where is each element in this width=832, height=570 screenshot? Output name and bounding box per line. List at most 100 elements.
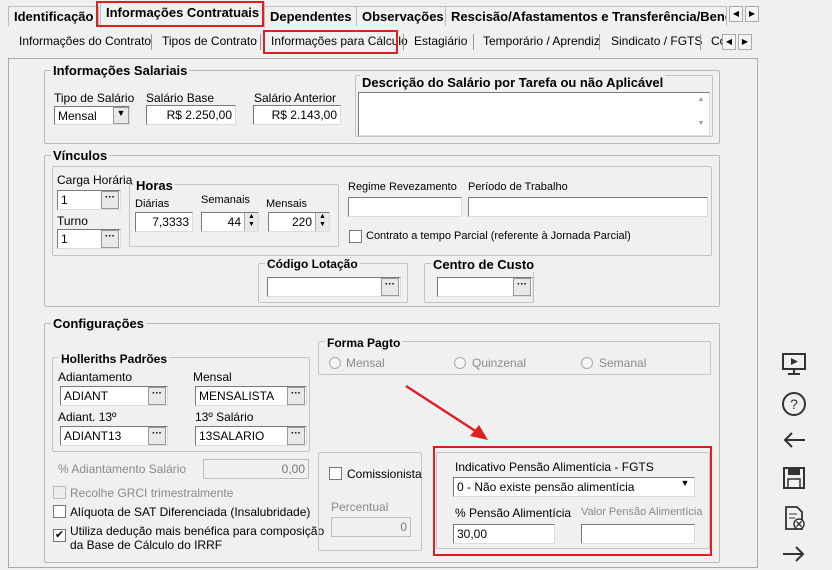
holleriths-title: Holleriths Padrões — [59, 352, 170, 366]
regime-revezamento-label: Regime Revezamento — [348, 181, 457, 193]
tab-separator — [599, 34, 600, 50]
turno-lookup-button[interactable]: ··· — [101, 230, 119, 248]
descricao-title: Descrição do Salário por Tarefa ou não A… — [360, 75, 666, 90]
deducao-label-line2: da Base de Cálculo do IRRF — [70, 538, 223, 552]
save-icon[interactable] — [778, 462, 810, 494]
vinculos-group: Vínculos Carga Horária 1 ··· Turno 1 ···… — [44, 148, 720, 307]
tab-separator — [151, 34, 152, 50]
diarias-input[interactable]: 7,3333 — [135, 212, 193, 232]
descricao-textarea[interactable] — [358, 92, 710, 136]
percentual-input[interactable]: 0 — [331, 517, 411, 537]
subtab-temporario[interactable]: Temporário / Aprendiz — [483, 34, 600, 48]
semanais-spinner[interactable]: ▲ ▼ — [244, 213, 258, 231]
radio-semanal[interactable] — [581, 357, 593, 369]
holleriths-group: Holleriths Padrões Adiantamento ADIANT ·… — [52, 352, 310, 452]
salariais-title: Informações Salariais — [51, 63, 190, 78]
deducao-checkbox[interactable]: ✔ — [53, 529, 66, 542]
vinculos-title: Vínculos — [51, 148, 110, 163]
back-arrow-icon[interactable] — [778, 424, 810, 456]
svg-text:?: ? — [790, 396, 798, 412]
deducao-label-line1: Utiliza dedução mais benéfica para compo… — [70, 524, 325, 538]
comissionista-label: Comissionista — [347, 467, 422, 481]
regime-revezamento-input[interactable] — [348, 197, 462, 217]
turno-label: Turno — [57, 214, 88, 228]
horas-title: Horas — [134, 178, 175, 193]
forma-pagto-title: Forma Pagto — [325, 336, 403, 350]
mensal-lookup-button[interactable]: ··· — [287, 387, 305, 405]
diarias-label: Diárias — [135, 198, 170, 210]
percentual-label: Percentual — [331, 500, 389, 514]
perc-adiantamento-label: % Adiantamento Salário — [58, 462, 187, 476]
tab-separator — [260, 34, 261, 50]
jornada-group: Carga Horária 1 ··· Turno 1 ··· Horas Di… — [52, 166, 712, 256]
centro-custo-lookup-button[interactable]: ··· — [513, 278, 531, 296]
contrato-parcial-checkbox[interactable] — [349, 230, 362, 243]
salario13-label: 13º Salário — [195, 410, 254, 424]
delete-document-icon[interactable] — [778, 502, 810, 534]
tab-separator — [473, 34, 474, 50]
salario13-lookup-button[interactable]: ··· — [287, 427, 305, 445]
mensais-spinner[interactable]: ▲ ▼ — [315, 213, 329, 231]
tab-dependentes[interactable]: Dependentes — [264, 6, 358, 26]
salario-base-label: Salário Base — [146, 91, 215, 105]
grci-checkbox[interactable] — [53, 486, 66, 499]
mensais-label: Mensais — [266, 198, 307, 210]
codigo-lotacao-lookup-button[interactable]: ··· — [381, 278, 399, 296]
carga-horaria-lookup-button[interactable]: ··· — [101, 191, 119, 209]
periodo-trabalho-label: Período de Trabalho — [468, 181, 568, 193]
tab-rescisao[interactable]: Rescisão/Afastamentos e Transferência/Be… — [445, 6, 727, 26]
adiant13-lookup-button[interactable]: ··· — [148, 427, 166, 445]
tab-scroll-right-icon[interactable]: ▶ — [745, 6, 759, 22]
horas-group: Horas Diárias 7,3333 Semanais 44 ▲ ▼ Mens… — [129, 178, 339, 247]
subtab-estagiario[interactable]: Estagiário — [414, 34, 467, 48]
sat-label: Alíquota de SAT Diferenciada (Insalubrid… — [70, 505, 311, 519]
salario-base-input[interactable]: R$ 2.250,00 — [146, 105, 236, 125]
salariais-group: Informações Salariais Tipo de Salário Me… — [44, 63, 720, 144]
configuracoes-title: Configurações — [51, 316, 147, 331]
adiantamento-label: Adiantamento — [58, 370, 133, 384]
adiant13-label: Adiant. 13º — [58, 410, 117, 424]
sat-checkbox[interactable] — [53, 505, 66, 518]
salario-anterior-input[interactable]: R$ 2.143,00 — [253, 105, 341, 125]
codigo-lotacao-title: Código Lotação — [265, 257, 360, 271]
perc-adiantamento-input[interactable]: 0,00 — [203, 459, 309, 479]
semanais-label: Semanais — [201, 194, 250, 206]
subtab-informacoes-contrato[interactable]: Informações do Contrato — [19, 34, 151, 48]
adiantamento-lookup-button[interactable]: ··· — [148, 387, 166, 405]
chevron-down-icon[interactable]: ▼ — [113, 107, 129, 124]
radio-quinzenal-label: Quinzenal — [472, 356, 527, 370]
tab-scroll-left-icon[interactable]: ◀ — [729, 6, 743, 22]
grci-label: Recolhe GRCI trimestralmente — [70, 486, 234, 500]
contrato-parcial-label: Contrato a tempo Parcial (referente à Jo… — [366, 230, 631, 242]
codigo-lotacao-group: Código Lotação ··· — [258, 257, 408, 303]
mensal-label: Mensal — [193, 370, 232, 384]
highlight-box-main-tab — [96, 1, 264, 27]
radio-mensal-label: Mensal — [346, 356, 385, 370]
highlight-box-pensao — [433, 446, 712, 556]
descricao-group: Descrição do Salário por Tarefa ou não A… — [355, 75, 713, 137]
comissionista-group: Comissionista Percentual 0 — [318, 452, 422, 551]
tipo-salario-label: Tipo de Salário — [54, 91, 135, 105]
forward-arrow-icon[interactable] — [778, 538, 810, 570]
monitor-icon[interactable] — [778, 348, 810, 380]
tab-identificacao[interactable]: Identificação — [8, 6, 100, 26]
forma-pagto-group: Forma Pagto Mensal Quinzenal Semanal — [318, 336, 711, 375]
subtab-scroll-right-icon[interactable]: ▶ — [738, 34, 752, 50]
subtab-tipos-contrato[interactable]: Tipos de Contrato — [162, 34, 257, 48]
salario-anterior-label: Salário Anterior — [254, 91, 337, 105]
subtab-scroll-left-icon[interactable]: ◀ — [722, 34, 736, 50]
textarea-scrollbar[interactable]: ▲ ▼ — [694, 94, 708, 134]
centro-custo-title: Centro de Custo — [431, 257, 537, 272]
subtab-sindicato[interactable]: Sindicato / FGTS — [611, 34, 702, 48]
annotation-arrow-icon — [405, 384, 488, 440]
tab-separator — [403, 34, 404, 50]
periodo-trabalho-input[interactable] — [468, 197, 708, 217]
radio-mensal[interactable] — [329, 357, 341, 369]
radio-quinzenal[interactable] — [454, 357, 466, 369]
tab-observacoes[interactable]: Observações — [356, 6, 450, 26]
highlight-box-sub-tab — [263, 30, 398, 54]
carga-horaria-label: Carga Horária — [57, 173, 133, 187]
radio-semanal-label: Semanal — [599, 356, 647, 370]
comissionista-checkbox[interactable] — [329, 467, 342, 480]
help-icon[interactable]: ? — [778, 388, 810, 420]
